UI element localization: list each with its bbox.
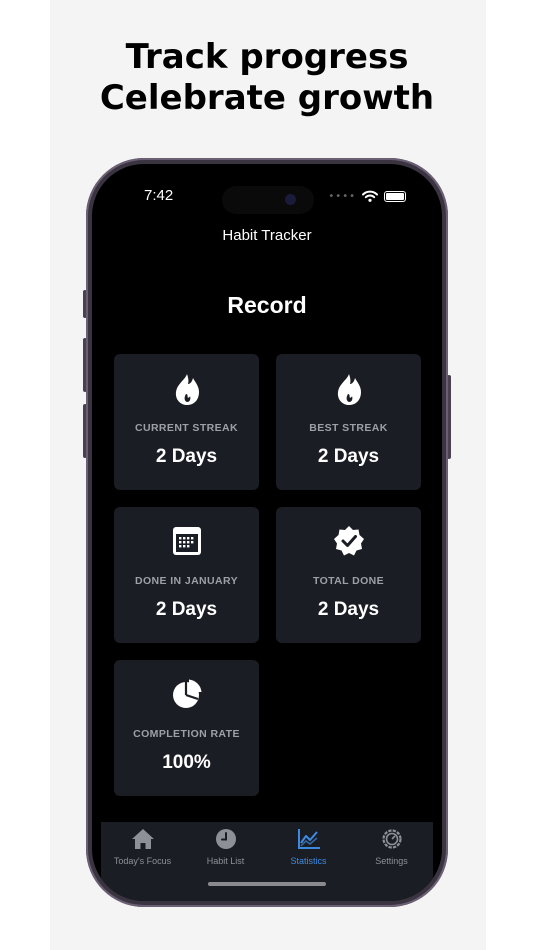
stat-value: 2 Days: [317, 446, 380, 467]
dynamic-island: [222, 186, 314, 214]
section-title: Record: [227, 292, 307, 318]
home-indicator[interactable]: [208, 882, 326, 886]
tab-label: Statistics: [290, 856, 327, 866]
stat-card-done-in-month: DONE IN JANUARY 2 Days: [114, 507, 259, 643]
headline-line-2: Celebrate growth: [99, 78, 435, 118]
stat-value: 2 Days: [155, 599, 218, 620]
stat-label: TOTAL DONE: [312, 575, 385, 587]
stat-value: 2 Days: [155, 446, 218, 467]
tab-todays-focus[interactable]: Today's Focus: [101, 826, 184, 874]
flame-icon: [337, 374, 361, 405]
wifi-icon: [362, 190, 378, 202]
flame-icon: [175, 374, 199, 405]
stat-value: 100%: [162, 752, 211, 773]
signal-dots-icon: ••••: [328, 190, 356, 202]
tab-statistics[interactable]: Statistics: [267, 826, 350, 874]
battery-icon: [384, 190, 406, 202]
app-title: Habit Tracker: [222, 227, 312, 244]
stat-label: COMPLETION RATE: [133, 728, 240, 740]
stat-label: BEST STREAK: [309, 422, 388, 434]
tab-label: Settings: [375, 856, 408, 866]
phone-screen: 7:42 •••• Habit Tracker Record CURRENT S…: [92, 164, 442, 901]
headline-line-1: Track progress: [125, 37, 409, 77]
camera-icon: [285, 194, 296, 205]
pie-chart-icon: [172, 679, 201, 708]
stat-card-completion-rate: COMPLETION RATE 100%: [114, 660, 259, 796]
clock-icon: [215, 829, 236, 849]
status-time: 7:42: [144, 187, 174, 204]
tab-habit-list[interactable]: Habit List: [184, 826, 267, 874]
calendar-icon: [172, 527, 201, 555]
tab-settings[interactable]: Settings: [350, 826, 433, 874]
stat-card-current-streak: CURRENT STREAK 2 Days: [114, 354, 259, 490]
stat-value: 2 Days: [317, 599, 380, 620]
stat-card-best-streak: BEST STREAK 2 Days: [276, 354, 421, 490]
tab-label: Today's Focus: [113, 856, 172, 866]
stat-label: CURRENT STREAK: [134, 422, 239, 434]
chart-icon: [297, 829, 320, 849]
house-icon: [131, 829, 154, 849]
tab-bar: Today's Focus Habit List Statistics Sett…: [101, 822, 433, 901]
stat-label: DONE IN JANUARY: [134, 575, 239, 587]
settings-gear-icon: [381, 829, 402, 849]
tab-label: Habit List: [206, 856, 245, 866]
stat-card-total-done: TOTAL DONE 2 Days: [276, 507, 421, 643]
status-icons: ••••: [328, 190, 406, 202]
verified-badge-icon: [333, 526, 364, 556]
